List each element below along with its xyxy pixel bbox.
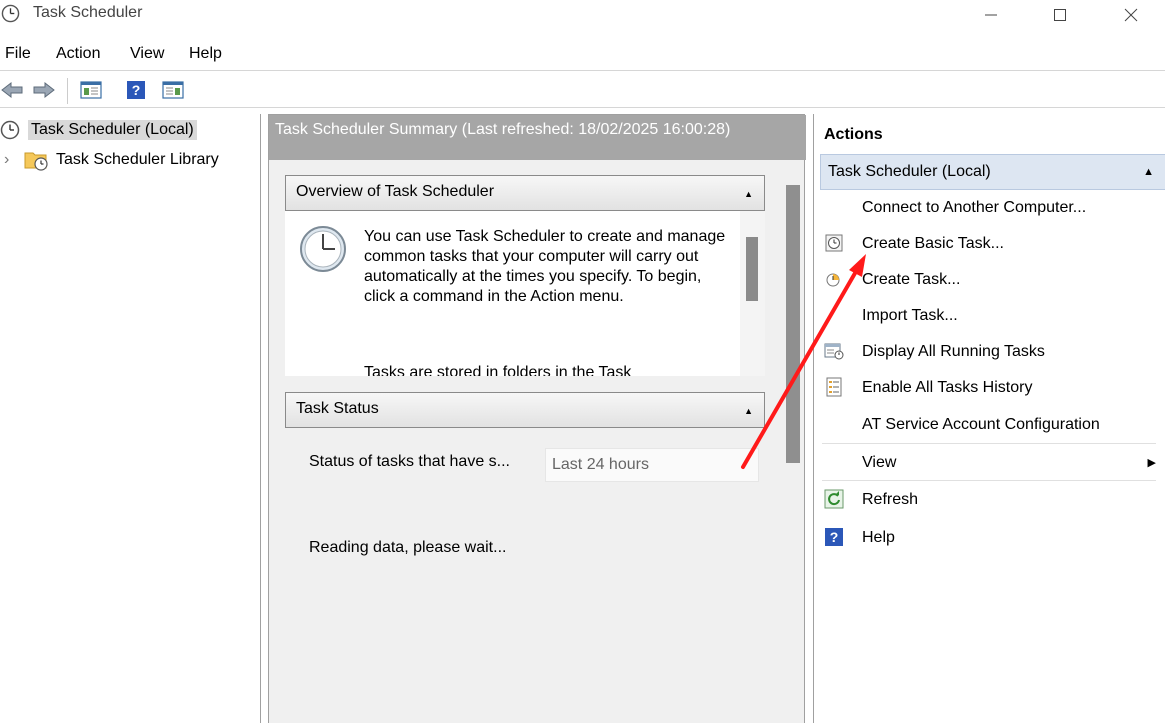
back-button[interactable] bbox=[0, 77, 24, 103]
show-hide-console-tree-button[interactable] bbox=[78, 77, 104, 103]
expand-chevron-icon[interactable]: › bbox=[4, 151, 24, 169]
action-import-task[interactable]: Import Task... bbox=[820, 299, 1160, 333]
task-status-title: Task Status bbox=[296, 400, 379, 417]
action-label: Help bbox=[862, 529, 895, 546]
toolbar: ? bbox=[0, 74, 1165, 108]
actions-group-header[interactable]: Task Scheduler (Local) ▲ bbox=[820, 154, 1165, 190]
console-tree-pane: Task Scheduler (Local) › Task Scheduler … bbox=[0, 114, 261, 723]
overview-text-continued: Tasks are stored in folders in the Task bbox=[364, 364, 632, 376]
svg-text:?: ? bbox=[132, 82, 141, 98]
overview-scroll-thumb[interactable] bbox=[746, 237, 758, 301]
running-tasks-icon bbox=[824, 343, 844, 360]
action-view[interactable]: View ▶ bbox=[820, 446, 1160, 480]
overview-section-header[interactable]: Overview of Task Scheduler ▲ bbox=[285, 175, 765, 211]
folder-clock-icon bbox=[24, 152, 48, 171]
toolbar-divider bbox=[0, 107, 1165, 108]
actions-title: Actions bbox=[824, 126, 883, 143]
toolbar-separator bbox=[67, 78, 68, 104]
clock-icon bbox=[0, 120, 20, 140]
overview-title: Overview of Task Scheduler bbox=[296, 183, 495, 200]
history-icon bbox=[826, 377, 842, 397]
task-status-section-header[interactable]: Task Status ▲ bbox=[285, 392, 765, 428]
action-label: Import Task... bbox=[862, 307, 958, 324]
time-range-select[interactable]: Last 24 hours bbox=[545, 448, 759, 482]
overview-text: You can use Task Scheduler to create and… bbox=[364, 228, 726, 305]
actions-pane: Actions Task Scheduler (Local) ▲ Connect… bbox=[813, 114, 1165, 723]
action-label: Connect to Another Computer... bbox=[862, 199, 1087, 216]
minimize-icon bbox=[985, 14, 997, 16]
collapse-arrow-icon[interactable]: ▲ bbox=[744, 406, 753, 416]
help-icon: ? bbox=[127, 81, 145, 99]
maximize-icon bbox=[1054, 9, 1066, 21]
action-label: AT Service Account Configuration bbox=[862, 416, 1100, 433]
action-help[interactable]: ? Help bbox=[820, 521, 1160, 555]
tree-item-task-scheduler-library[interactable]: › Task Scheduler Library bbox=[4, 149, 219, 171]
show-hide-action-pane-icon bbox=[162, 81, 184, 99]
help-toolbar-button[interactable]: ? bbox=[124, 77, 148, 103]
actions-separator bbox=[822, 480, 1156, 481]
maximize-button[interactable] bbox=[1037, 0, 1083, 30]
action-label: View bbox=[862, 454, 897, 471]
action-enable-tasks-history[interactable]: Enable All Tasks History bbox=[820, 371, 1160, 405]
create-task-icon bbox=[826, 273, 840, 287]
menu-divider bbox=[0, 70, 1165, 71]
svg-text:?: ? bbox=[830, 529, 839, 545]
window-title: Task Scheduler bbox=[33, 4, 143, 21]
tree-item-task-scheduler-local[interactable]: Task Scheduler (Local) bbox=[0, 120, 197, 140]
basic-task-icon bbox=[825, 234, 843, 252]
clock-icon bbox=[1, 4, 20, 23]
summary-pane: Task Scheduler Summary (Last refreshed: … bbox=[268, 114, 806, 723]
overview-body: You can use Task Scheduler to create and… bbox=[285, 211, 740, 376]
action-label: Display All Running Tasks bbox=[862, 343, 1045, 360]
action-label: Refresh bbox=[862, 491, 919, 508]
menu-action[interactable]: Action bbox=[56, 45, 100, 63]
action-label: Enable All Tasks History bbox=[862, 379, 1033, 396]
action-connect-another-computer[interactable]: Connect to Another Computer... bbox=[820, 191, 1160, 225]
action-refresh[interactable]: Refresh bbox=[820, 483, 1160, 517]
submenu-arrow-icon: ▶ bbox=[1147, 457, 1156, 469]
summary-scrollbar[interactable] bbox=[786, 185, 800, 463]
action-display-running-tasks[interactable]: Display All Running Tasks bbox=[820, 335, 1160, 369]
clock-icon bbox=[300, 226, 346, 272]
collapse-arrow-icon[interactable]: ▲ bbox=[744, 189, 753, 199]
menu-file[interactable]: File bbox=[5, 45, 31, 63]
overview-scrollbar[interactable] bbox=[740, 211, 765, 376]
action-create-task[interactable]: Create Task... bbox=[820, 263, 1160, 297]
tree-label: Task Scheduler Library bbox=[56, 151, 219, 168]
help-icon: ? bbox=[825, 528, 843, 546]
close-button[interactable] bbox=[1108, 0, 1154, 30]
forward-button[interactable] bbox=[31, 77, 57, 103]
loading-message: Reading data, please wait... bbox=[309, 539, 507, 556]
title-bar: Task Scheduler bbox=[0, 0, 1165, 30]
actions-group-label: Task Scheduler (Local) bbox=[828, 163, 991, 180]
action-create-basic-task[interactable]: Create Basic Task... bbox=[820, 227, 1160, 261]
action-label: Create Basic Task... bbox=[862, 235, 1004, 252]
summary-header: Task Scheduler Summary (Last refreshed: … bbox=[269, 115, 806, 160]
status-label: Status of tasks that have s... bbox=[309, 453, 510, 470]
show-hide-action-pane-button[interactable] bbox=[160, 77, 186, 103]
menu-view[interactable]: View bbox=[130, 45, 164, 63]
tree-label: Task Scheduler (Local) bbox=[28, 120, 197, 140]
minimize-button[interactable] bbox=[968, 0, 1014, 30]
close-icon bbox=[1124, 8, 1138, 22]
collapse-arrow-icon[interactable]: ▲ bbox=[1143, 166, 1154, 178]
back-arrow-icon bbox=[1, 81, 23, 99]
refresh-icon bbox=[824, 489, 844, 509]
action-label: Create Task... bbox=[862, 271, 961, 288]
actions-separator bbox=[822, 443, 1156, 444]
menu-bar: File Action View Help bbox=[0, 41, 1165, 67]
show-hide-console-tree-icon bbox=[80, 81, 102, 99]
menu-help[interactable]: Help bbox=[189, 45, 222, 63]
forward-arrow-icon bbox=[33, 81, 55, 99]
action-at-service-account-configuration[interactable]: AT Service Account Configuration bbox=[820, 408, 1160, 442]
